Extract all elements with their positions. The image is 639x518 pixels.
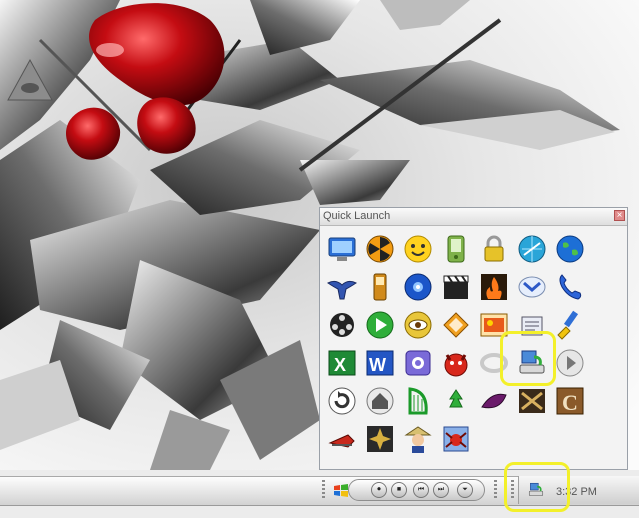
mail-icon[interactable] bbox=[513, 268, 551, 306]
next-icon[interactable] bbox=[551, 344, 589, 382]
pda-icon[interactable] bbox=[437, 230, 475, 268]
eye-icon[interactable] bbox=[399, 306, 437, 344]
monitor-icon[interactable] bbox=[323, 230, 361, 268]
brush-icon[interactable] bbox=[551, 306, 589, 344]
harp-icon[interactable] bbox=[399, 382, 437, 420]
previous-button[interactable]: ⏮ bbox=[413, 482, 429, 498]
devil-icon[interactable] bbox=[437, 344, 475, 382]
window-image-icon[interactable] bbox=[475, 306, 513, 344]
svg-text:W: W bbox=[369, 355, 386, 375]
leaf-icon[interactable] bbox=[475, 382, 513, 420]
farmer-icon[interactable] bbox=[399, 420, 437, 458]
earth-icon[interactable] bbox=[551, 230, 589, 268]
play-icon[interactable] bbox=[361, 306, 399, 344]
network-drive-icon[interactable] bbox=[513, 344, 551, 382]
smiley-icon[interactable] bbox=[399, 230, 437, 268]
clapper-icon[interactable] bbox=[437, 268, 475, 306]
svg-text:C: C bbox=[562, 390, 578, 415]
svg-text:X: X bbox=[334, 355, 346, 375]
film-reel-icon[interactable] bbox=[323, 306, 361, 344]
spider-icon[interactable] bbox=[437, 420, 475, 458]
eagle-icon[interactable] bbox=[323, 268, 361, 306]
recycle-icon[interactable] bbox=[437, 382, 475, 420]
record-button[interactable]: ⏺ bbox=[371, 482, 387, 498]
document-icon[interactable] bbox=[513, 306, 551, 344]
globe-arrow-icon[interactable] bbox=[513, 230, 551, 268]
taskbar: ⏺ ■ ⏮ ⏭ ⏷ 3:32 PM bbox=[0, 462, 639, 518]
volume-button[interactable]: ⏷ bbox=[457, 482, 473, 498]
excel-icon[interactable]: X bbox=[323, 344, 361, 382]
windows-flag-icon[interactable] bbox=[333, 483, 349, 499]
lock-icon[interactable] bbox=[475, 230, 513, 268]
quick-launch-panel: Quick Launch × X W C bbox=[319, 207, 628, 470]
link-icon[interactable] bbox=[475, 344, 513, 382]
clock[interactable]: 3:32 PM bbox=[556, 486, 597, 498]
quick-launch-icon-grid: X W C bbox=[323, 230, 627, 458]
tools-icon[interactable] bbox=[513, 382, 551, 420]
toolbar-grip[interactable] bbox=[322, 480, 325, 500]
network-drive-tray-icon[interactable] bbox=[526, 481, 546, 499]
telephone-icon[interactable] bbox=[551, 268, 589, 306]
letter-c-icon[interactable]: C bbox=[551, 382, 589, 420]
settings-icon[interactable] bbox=[399, 344, 437, 382]
toolbar-grip[interactable] bbox=[494, 480, 497, 500]
folder-notes-icon[interactable] bbox=[437, 306, 475, 344]
radiation-icon[interactable] bbox=[361, 230, 399, 268]
star-icon[interactable] bbox=[361, 420, 399, 458]
home-icon[interactable] bbox=[361, 382, 399, 420]
disc-icon[interactable] bbox=[399, 268, 437, 306]
fire-icon[interactable] bbox=[475, 268, 513, 306]
close-button[interactable]: × bbox=[614, 210, 625, 221]
toolbar-grip[interactable] bbox=[511, 480, 514, 500]
quick-launch-title: Quick Launch bbox=[320, 208, 627, 226]
refresh-icon[interactable] bbox=[323, 382, 361, 420]
stop-button[interactable]: ■ bbox=[391, 482, 407, 498]
word-icon[interactable]: W bbox=[361, 344, 399, 382]
media-controls: ⏺ ■ ⏮ ⏭ ⏷ bbox=[348, 479, 485, 501]
fish-icon[interactable] bbox=[323, 420, 361, 458]
next-button[interactable]: ⏭ bbox=[433, 482, 449, 498]
phone-icon[interactable] bbox=[361, 268, 399, 306]
